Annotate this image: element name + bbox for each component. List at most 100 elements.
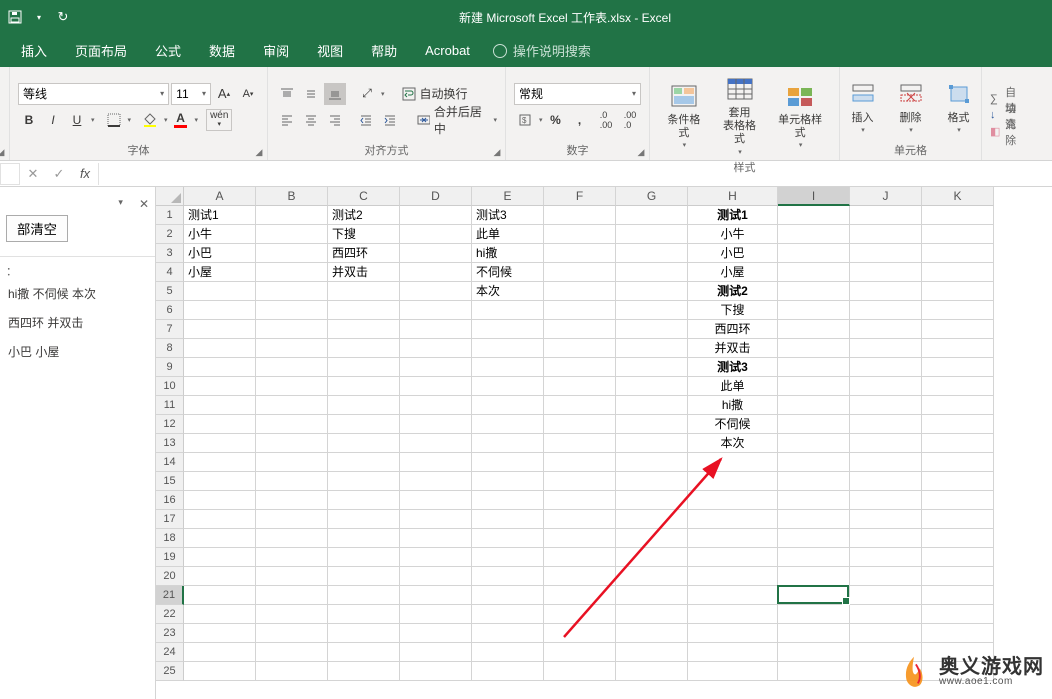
cell[interactable]: 小巴 [184,244,256,263]
cell[interactable] [184,548,256,567]
cell[interactable] [778,225,850,244]
cell[interactable] [850,567,922,586]
cell[interactable] [922,491,994,510]
row-header[interactable]: 12 [156,415,184,434]
cell[interactable] [616,491,688,510]
cell[interactable] [184,339,256,358]
increase-font-icon[interactable]: A▴ [213,83,235,105]
cell[interactable] [850,434,922,453]
cell[interactable] [616,662,688,681]
cell[interactable] [688,453,778,472]
cell[interactable] [616,320,688,339]
number-launcher-icon[interactable]: ◢ [635,146,647,158]
align-left-icon[interactable] [276,109,298,131]
cell[interactable] [922,472,994,491]
cell[interactable] [328,301,400,320]
delete-cells-button[interactable]: 删除▾ [889,76,933,138]
cell[interactable] [922,225,994,244]
cell[interactable] [328,662,400,681]
cell[interactable] [616,263,688,282]
cell[interactable] [328,377,400,396]
cell[interactable] [544,491,616,510]
cell[interactable] [256,567,328,586]
cell[interactable]: 小屋 [688,263,778,282]
cell[interactable] [544,510,616,529]
cell[interactable] [850,358,922,377]
cell[interactable]: 测试3 [472,206,544,225]
tab-view[interactable]: 视图 [304,33,356,68]
cell[interactable] [328,529,400,548]
font-launcher-icon[interactable]: ◢ [253,146,265,158]
cell[interactable] [184,282,256,301]
align-top-icon[interactable] [276,83,298,105]
cell[interactable] [400,301,472,320]
cell[interactable] [472,586,544,605]
cell[interactable]: 测试2 [688,282,778,301]
cell[interactable] [256,434,328,453]
cell[interactable] [256,225,328,244]
cell[interactable] [616,567,688,586]
cell[interactable]: 并双击 [328,263,400,282]
cell[interactable] [922,434,994,453]
cell[interactable] [184,586,256,605]
cell[interactable] [616,434,688,453]
cell[interactable] [778,415,850,434]
cell[interactable] [328,567,400,586]
cell[interactable] [922,624,994,643]
cell[interactable] [616,206,688,225]
tab-data[interactable]: 数据 [196,33,248,68]
cell[interactable] [400,662,472,681]
cell[interactable] [616,282,688,301]
row-header[interactable]: 14 [156,453,184,472]
decrease-indent-icon[interactable] [355,109,377,131]
align-center-icon[interactable] [300,109,322,131]
cell[interactable] [850,586,922,605]
cell[interactable] [922,320,994,339]
cell[interactable] [616,244,688,263]
row-header[interactable]: 2 [156,225,184,244]
cell[interactable] [328,605,400,624]
fx-icon[interactable]: fx [72,163,98,185]
cell[interactable] [184,662,256,681]
cell[interactable] [256,206,328,225]
cell[interactable] [256,396,328,415]
cell[interactable] [328,339,400,358]
cell[interactable] [256,472,328,491]
clipboard-item[interactable]: hi撒 不伺候 本次 [6,279,149,308]
cell[interactable] [616,586,688,605]
cell[interactable] [922,396,994,415]
row-header[interactable]: 25 [156,662,184,681]
cell[interactable] [544,472,616,491]
cell[interactable]: 小牛 [184,225,256,244]
cell[interactable] [778,605,850,624]
cell[interactable] [472,662,544,681]
cell[interactable] [472,548,544,567]
align-launcher-icon[interactable]: ◢ [491,146,503,158]
cell[interactable] [184,453,256,472]
cell[interactable] [778,282,850,301]
cell[interactable] [778,643,850,662]
formula-input[interactable] [99,163,1052,185]
cell[interactable] [472,472,544,491]
cell[interactable] [616,377,688,396]
cell[interactable] [256,320,328,339]
cell[interactable] [184,510,256,529]
cell[interactable] [616,472,688,491]
cell[interactable] [256,662,328,681]
column-header[interactable]: J [850,187,922,206]
cell[interactable] [184,605,256,624]
row-header[interactable]: 21 [156,586,184,605]
cell[interactable] [688,643,778,662]
cell[interactable] [778,453,850,472]
column-header[interactable]: G [616,187,688,206]
row-header[interactable]: 5 [156,282,184,301]
row-header[interactable]: 1 [156,206,184,225]
row-header[interactable]: 19 [156,548,184,567]
cell[interactable] [778,548,850,567]
column-header[interactable]: E [472,187,544,206]
cell[interactable] [544,548,616,567]
cell[interactable] [616,301,688,320]
cell[interactable] [544,206,616,225]
cell[interactable] [184,301,256,320]
bold-button[interactable]: B [18,109,40,131]
